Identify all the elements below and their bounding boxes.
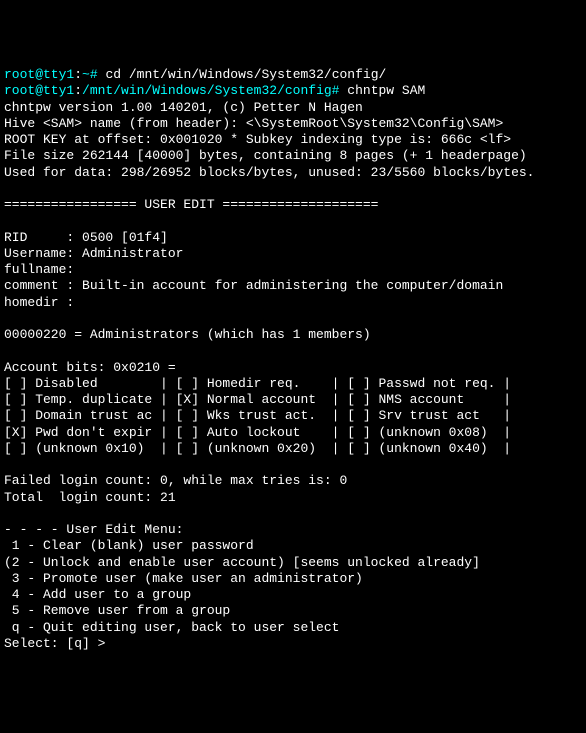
select-prompt[interactable]: Select: [q] > xyxy=(4,636,582,652)
account-bits-row: [ ] Temp. duplicate | [X] Normal account… xyxy=(4,392,582,408)
output-version: chntpw version 1.00 140201, (c) Petter N… xyxy=(4,100,582,116)
account-bits-header: Account bits: 0x0210 = xyxy=(4,360,582,376)
prompt-sep: # xyxy=(90,67,98,82)
prompt-line-2: root@tty1:/mnt/win/Windows/System32/conf… xyxy=(4,83,582,99)
field-username: Username: Administrator xyxy=(4,246,582,262)
menu-item-4[interactable]: 4 - Add user to a group xyxy=(4,587,582,603)
login-total: Total login count: 21 xyxy=(4,490,582,506)
menu-item-3[interactable]: 3 - Promote user (make user an administr… xyxy=(4,571,582,587)
field-fullname: fullname: xyxy=(4,262,582,278)
account-bits-row: [ ] Domain trust ac | [ ] Wks trust act.… xyxy=(4,408,582,424)
prompt-userhost: root@tty1 xyxy=(4,83,74,98)
menu-item-5[interactable]: 5 - Remove user from a group xyxy=(4,603,582,619)
command-cd: cd /mnt/win/Windows/System32/config/ xyxy=(105,67,386,82)
menu-item-q[interactable]: q - Quit editing user, back to user sele… xyxy=(4,620,582,636)
output-hive: Hive <SAM> name (from header): <\SystemR… xyxy=(4,116,582,132)
output-filesize: File size 262144 [40000] bytes, containi… xyxy=(4,148,582,164)
output-rootkey: ROOT KEY at offset: 0x001020 * Subkey in… xyxy=(4,132,582,148)
field-homedir: homedir : xyxy=(4,295,582,311)
login-failed: Failed login count: 0, while max tries i… xyxy=(4,473,582,489)
output-used: Used for data: 298/26952 blocks/bytes, u… xyxy=(4,165,582,181)
section-header-user-edit: ================= USER EDIT ============… xyxy=(4,197,582,213)
account-bits-row: [ ] Disabled | [ ] Homedir req. | [ ] Pa… xyxy=(4,376,582,392)
account-bits-row: [ ] (unknown 0x10) | [ ] (unknown 0x20) … xyxy=(4,441,582,457)
prompt-line-1: root@tty1:~# cd /mnt/win/Windows/System3… xyxy=(4,67,582,83)
menu-item-1[interactable]: 1 - Clear (blank) user password xyxy=(4,538,582,554)
menu-header: - - - - User Edit Menu: xyxy=(4,522,582,538)
menu-item-2[interactable]: (2 - Unlock and enable user account) [se… xyxy=(4,555,582,571)
field-comment: comment : Built-in account for administe… xyxy=(4,278,582,294)
prompt-path: ~ xyxy=(82,67,90,82)
prompt-path: /mnt/win/Windows/System32/config xyxy=(82,83,332,98)
field-rid: RID : 0500 [01f4] xyxy=(4,230,582,246)
command-chntpw: chntpw SAM xyxy=(347,83,425,98)
group-membership: 00000220 = Administrators (which has 1 m… xyxy=(4,327,582,343)
account-bits-row: [X] Pwd don't expir | [ ] Auto lockout |… xyxy=(4,425,582,441)
prompt-userhost: root@tty1 xyxy=(4,67,74,82)
